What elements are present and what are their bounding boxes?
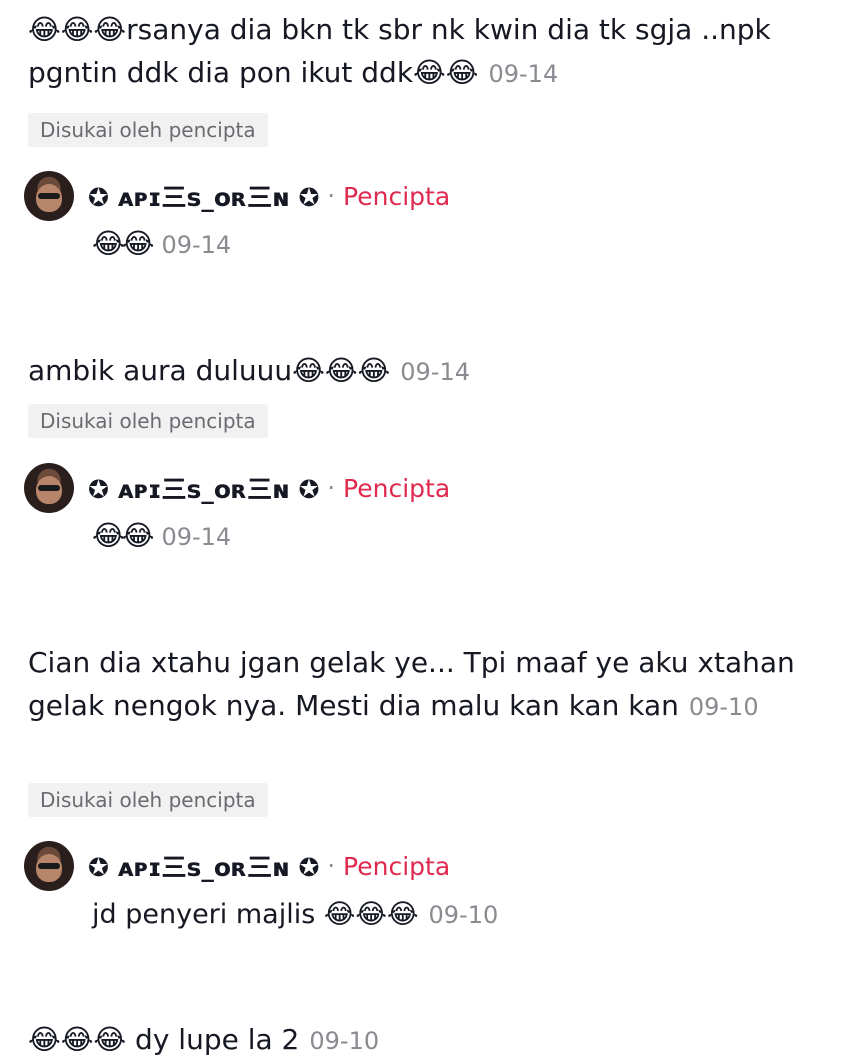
reply-text: 😂😂 09-14 [92,227,232,260]
creator-badge: Pencipta [343,473,451,503]
comment-text: 😂😂😂 dy lupe la 2 09-10 [28,1023,380,1056]
avatar[interactable] [24,463,74,513]
creator-reply-header[interactable]: ✪ ᴀᴘɪ三ꜱ_ᴏʀ三ɴ ✪ · Pencipta [24,840,450,892]
liked-by-creator-badge: Disukai oleh pencipta [28,404,268,438]
liked-by-creator-badge: Disukai oleh pencipta [28,783,268,817]
reply-date: 09-14 [161,523,232,551]
separator-dot: · [327,182,336,210]
comment-date: 09-10 [688,693,759,721]
creator-reply-header[interactable]: ✪ ᴀᴘɪ三ꜱ_ᴏʀ三ɴ ✪ · Pencipta [24,462,450,514]
reply-username[interactable]: ✪ ᴀᴘɪ三ꜱ_ᴏʀ三ɴ ✪ [88,848,319,884]
reply-text: jd penyeri majlis 😂😂😂 09-10 [92,899,499,930]
separator-dot: · [327,852,336,880]
comment-date: 09-14 [400,358,471,386]
reply-date: 09-14 [161,231,232,259]
avatar[interactable] [24,171,74,221]
creator-reply-header[interactable]: ✪ ᴀᴘɪ三ꜱ_ᴏʀ三ɴ ✪ · Pencipta [24,170,450,222]
reply-username[interactable]: ✪ ᴀᴘɪ三ꜱ_ᴏʀ三ɴ ✪ [88,470,319,506]
creator-badge: Pencipta [343,181,451,211]
comment-date: 09-14 [488,60,559,88]
creator-badge: Pencipta [343,851,451,881]
comment-text: Cian dia xtahu jgan gelak ye... Tpi maaf… [28,646,795,722]
avatar[interactable] [24,841,74,891]
liked-by-creator-badge: Disukai oleh pencipta [28,113,268,147]
reply-date: 09-10 [428,901,499,929]
separator-dot: · [327,474,336,502]
comment-text: ambik aura duluuu😂😂😂 09-14 [28,354,471,387]
reply-text: 😂😂 09-14 [92,519,232,552]
reply-username[interactable]: ✪ ᴀᴘɪ三ꜱ_ᴏʀ三ɴ ✪ [88,178,319,214]
comment-text: 😂😂😂rsanya dia bkn tk sbr nk kwin dia tk … [28,13,771,89]
comment-date: 09-10 [309,1027,380,1055]
